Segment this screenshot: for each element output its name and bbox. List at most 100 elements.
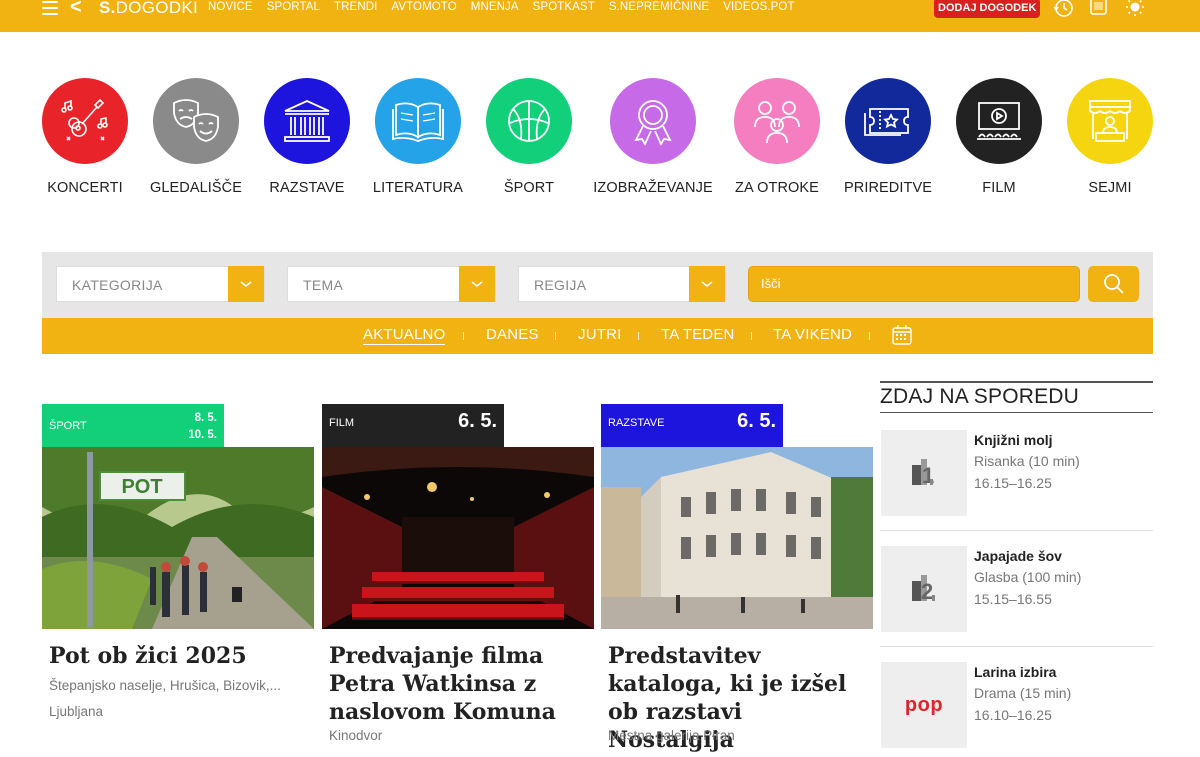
search-input[interactable] <box>761 276 1061 291</box>
program-time: 15.15–16.55 <box>974 591 1052 607</box>
category-label[interactable]: SEJMI <box>1045 180 1175 196</box>
category-circle[interactable] <box>42 78 128 164</box>
program-item[interactable]: 1 Knjižni molj Risanka (10 min) 16.15–16… <box>880 430 1153 546</box>
category-circle[interactable] <box>375 78 461 164</box>
program-name[interactable]: Knjižni molj <box>974 432 1053 448</box>
program-time: 16.10–16.25 <box>974 707 1052 723</box>
tab-danes[interactable]: DANES <box>486 326 539 343</box>
event-image[interactable] <box>601 447 873 629</box>
tab-jutri[interactable]: JUTRI <box>578 326 622 343</box>
market-stall-icon <box>1089 100 1131 142</box>
category-circle[interactable] <box>486 78 572 164</box>
search-icon <box>1103 274 1124 294</box>
program-item[interactable]: 2 Japajade šov Glasba (100 min) 15.15–16… <box>880 546 1153 662</box>
category-circle[interactable] <box>264 78 350 164</box>
event-category[interactable]: RAZSTAVE <box>608 417 664 429</box>
event-date: 6. 5. <box>737 410 776 432</box>
brightness-icon[interactable] <box>1124 0 1146 20</box>
divider <box>880 381 1153 383</box>
svg-text:2: 2 <box>921 579 933 604</box>
region-select-placeholder: REGIJA <box>534 277 587 293</box>
nav-spotkast[interactable]: SPOTKAST <box>533 0 595 14</box>
add-event-button[interactable]: DODAJ DOGODEK <box>934 0 1041 18</box>
family-icon <box>754 101 800 144</box>
event-date: 6. 5. <box>458 410 497 432</box>
museum-icon <box>284 100 330 142</box>
time-filter-bar: AKTUALNO DANES JUTRI TA TEDEN TA VIKEND <box>42 318 1153 354</box>
divider <box>880 412 1153 413</box>
guitar-icon <box>61 98 108 141</box>
nav-videospot[interactable]: VIDEOS.POT <box>723 0 794 14</box>
event-tag: FILM 6. 5. <box>322 404 504 447</box>
tab-separator <box>751 332 752 340</box>
program-genre: Drama (15 min) <box>974 685 1072 701</box>
event-category[interactable]: ŠPORT <box>49 420 87 432</box>
pop-tv-logo-text: pop <box>904 693 944 716</box>
svg-text:POT: POT <box>121 476 162 498</box>
topic-select-placeholder: TEMA <box>303 277 344 293</box>
tv-slo-2-logo-icon[interactable]: 2 <box>881 546 967 632</box>
program-name[interactable]: Japajade šov <box>974 548 1062 564</box>
menu-icon[interactable] <box>42 1 58 15</box>
chevron-down-icon[interactable] <box>689 266 725 302</box>
nav-novice[interactable]: NOVICE <box>208 0 253 14</box>
category-sport[interactable]: ŠPORT <box>464 78 594 196</box>
event-location: Štepanjsko naselje, Hrušica, Bizovik,... <box>49 678 281 693</box>
event-image[interactable] <box>322 447 594 629</box>
chevron-down-icon[interactable] <box>228 266 264 302</box>
event-image[interactable]: POT <box>42 447 314 629</box>
category-select[interactable]: KATEGORIJA <box>56 266 265 302</box>
tab-separator <box>555 332 556 340</box>
event-title[interactable]: Pot ob žici 2025 <box>49 642 311 670</box>
history-icon[interactable] <box>1052 0 1074 20</box>
event-title[interactable]: Predvajanje filma Petra Watkinsa z naslo… <box>329 642 591 726</box>
open-book-icon <box>392 102 444 142</box>
category-circle[interactable] <box>956 78 1042 164</box>
topic-select[interactable]: TEMA <box>287 266 496 302</box>
cinema-icon <box>977 102 1021 140</box>
divider <box>880 646 1153 647</box>
tv-icon[interactable] <box>1088 0 1110 20</box>
program-genre: Glasba (100 min) <box>974 569 1082 585</box>
event-category[interactable]: FILM <box>329 417 354 429</box>
category-sejmi[interactable]: SEJMI <box>1045 78 1175 196</box>
tab-aktualno[interactable]: AKTUALNO <box>363 326 446 345</box>
category-select-placeholder: KATEGORIJA <box>72 277 163 293</box>
program-time: 16.15–16.25 <box>974 475 1052 491</box>
tv-slo-1-logo-icon[interactable]: 1 <box>881 430 967 516</box>
pop-tv-logo-icon[interactable]: pop <box>881 662 967 748</box>
region-select[interactable]: REGIJA <box>518 266 726 302</box>
category-label[interactable]: IZOBRAŽEVANJE <box>588 180 718 196</box>
nav-avtomoto[interactable]: AVTOMOTO <box>391 0 456 14</box>
nav-mnenja[interactable]: MNENJA <box>471 0 519 14</box>
tab-ta-vikend[interactable]: TA VIKEND <box>773 326 852 343</box>
category-circle[interactable] <box>610 78 696 164</box>
chevron-down-icon[interactable] <box>459 266 495 302</box>
nav-sportal[interactable]: SPORTAL <box>267 0 320 14</box>
tab-ta-teden[interactable]: TA TEDEN <box>661 326 735 343</box>
tab-separator <box>869 332 870 340</box>
site-logo[interactable]: S.DOGODKI <box>99 0 198 17</box>
event-tag: RAZSTAVE 6. 5. <box>601 404 783 447</box>
category-circle[interactable] <box>845 78 931 164</box>
top-bar: < S.DOGODKI NOVICE SPORTAL TRENDI AVTOMO… <box>0 0 1200 32</box>
event-date: 8. 5. 10. 5. <box>188 412 217 441</box>
award-icon <box>634 100 672 146</box>
program-item[interactable]: pop Larina izbira Drama (15 min) 16.10–1… <box>880 662 1153 757</box>
back-icon[interactable]: < <box>70 0 82 17</box>
category-izobrazevanje[interactable]: IZOBRAŽEVANJE <box>588 78 718 196</box>
top-nav: NOVICE SPORTAL TRENDI AVTOMOTO MNENJA SP… <box>208 0 809 14</box>
program-name[interactable]: Larina izbira <box>974 664 1056 680</box>
tab-separator <box>463 332 464 340</box>
category-circle[interactable] <box>1067 78 1153 164</box>
nav-snepremicnine[interactable]: S.NEPREMIČNINE <box>609 0 709 14</box>
nav-trendi[interactable]: TRENDI <box>334 0 377 14</box>
event-tag: ŠPORT 8. 5. 10. 5. <box>42 404 224 447</box>
search-button[interactable] <box>1088 266 1139 302</box>
category-circle[interactable] <box>734 78 820 164</box>
calendar-icon[interactable] <box>891 324 913 346</box>
tab-separator <box>638 332 639 340</box>
category-circle[interactable] <box>153 78 239 164</box>
event-city: Ljubljana <box>49 704 104 719</box>
category-label[interactable]: ŠPORT <box>464 180 594 196</box>
